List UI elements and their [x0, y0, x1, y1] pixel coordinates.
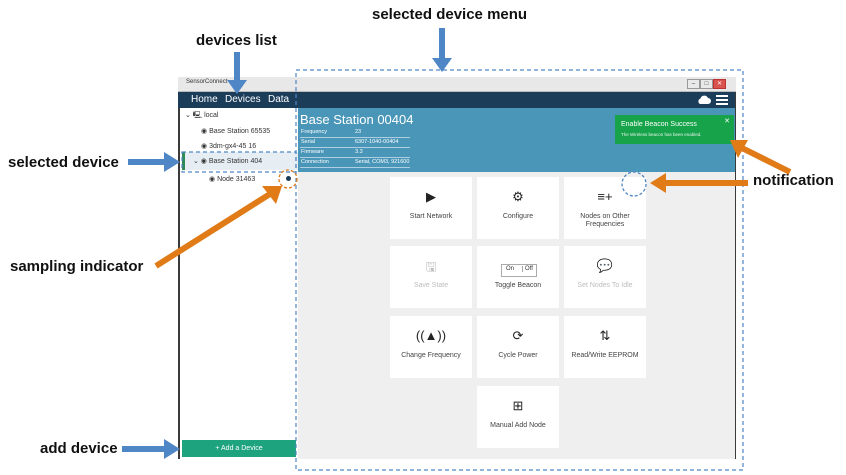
window-title: SensorConnect — [186, 79, 228, 85]
info-value: 3.3 — [355, 149, 363, 155]
toggle-on[interactable]: On — [506, 266, 514, 272]
info-key: Frequency — [301, 129, 327, 135]
card-label: Configure — [502, 213, 534, 220]
card-label: Set Nodes To Idle — [577, 282, 633, 289]
save-state-button[interactable]: 🖫 Save State — [390, 246, 472, 308]
toggle-off[interactable]: Off — [522, 266, 533, 272]
toggle-beacon-button[interactable]: On Off Toggle Beacon — [477, 246, 559, 308]
save-icon: 🖫 — [425, 259, 437, 274]
arrow-toast — [740, 145, 792, 175]
card-label: Read/Write EEPROM — [571, 352, 639, 359]
info-value: Serial, COM3, 921600 — [355, 159, 410, 165]
read-write-eeprom-button[interactable]: ⇅ Read/Write EEPROM — [564, 316, 646, 378]
card-label: Nodes on Other Frequencies — [580, 213, 630, 228]
callout-selected-device-menu: selected device menu — [372, 6, 528, 23]
info-key: Firmware — [301, 149, 324, 155]
tree-root[interactable]: ⌄ 🖳 local — [185, 111, 219, 122]
refresh-icon: ⟳ — [512, 328, 524, 343]
device-name: Base Station 00404 — [300, 112, 414, 127]
selected-row-indicator — [182, 152, 185, 170]
menu-icon[interactable] — [716, 95, 728, 105]
tree-item-label: Node 31463 — [217, 176, 256, 183]
nodes-other-frequencies-button[interactable]: ≡+ Nodes on Other Frequencies — [564, 177, 646, 239]
nav-devices[interactable]: Devices — [225, 94, 261, 105]
tree-item-selected[interactable]: ⌄ ◉ Base Station 404 — [193, 157, 262, 165]
card-label: Change Frequency — [401, 352, 461, 359]
toast-title: Enable Beacon Success — [621, 121, 697, 128]
card-label: Save State — [413, 282, 449, 289]
cycle-power-button[interactable]: ⟳ Cycle Power — [477, 316, 559, 378]
callout-add-device: add device — [40, 440, 118, 457]
updown-arrows-icon: ⇅ — [599, 328, 611, 343]
tree-item[interactable]: ◉ Base Station 65535 — [201, 127, 270, 135]
nav-home[interactable]: Home — [191, 94, 218, 105]
callout-notification: notification — [753, 172, 834, 189]
set-nodes-idle-button[interactable]: 💬 Set Nodes To Idle — [564, 246, 646, 308]
callout-selected-device: selected device — [8, 154, 119, 171]
minimize-icon[interactable]: – — [687, 79, 700, 89]
nav-data[interactable]: Data — [268, 94, 289, 105]
chat-icon: 💬 — [596, 258, 614, 273]
info-row: Firmware 3.3 — [300, 148, 410, 158]
tree-item[interactable]: ◉ 3dm-gx4-45 16 — [201, 142, 256, 150]
close-icon[interactable]: ✕ — [724, 117, 730, 125]
callout-sampling-indicator: sampling indicator — [10, 258, 144, 275]
callout-devices-list: devices list — [196, 32, 277, 49]
info-key: Serial — [301, 139, 316, 145]
start-network-button[interactable]: ▶ Start Network — [390, 177, 472, 239]
change-frequency-button[interactable]: ((▲)) Change Frequency — [390, 316, 472, 378]
info-value: 6307-1040-00404 — [355, 139, 399, 145]
tree-item-label: Base Station 404 — [208, 158, 263, 165]
tree-item-label: 3dm-gx4-45 16 — [209, 143, 257, 150]
card-label: Cycle Power — [498, 352, 538, 359]
plus-square-icon: ⊞ — [512, 398, 524, 413]
info-row: Connection Serial, COM3, 921600 — [300, 158, 410, 168]
title-bar: SensorConnect – □ ✕ — [178, 77, 736, 92]
toast-message: The Wireless beacon has been enabled. — [621, 132, 702, 137]
play-icon: ▶ — [426, 189, 436, 204]
configure-button[interactable]: ⚙ Configure — [477, 177, 559, 239]
close-icon[interactable]: ✕ — [713, 79, 726, 89]
info-row: Frequency 23 — [300, 128, 410, 138]
gear-icon: ⚙ — [512, 189, 524, 204]
tree-item-label: Base Station 65535 — [209, 128, 271, 135]
add-device-button[interactable]: + Add a Device — [182, 440, 296, 457]
sampling-indicator-dot — [286, 176, 291, 181]
tree-root-label: local — [204, 112, 219, 119]
main-nav: Home Devices Data — [178, 92, 298, 108]
card-label: Start Network — [409, 213, 453, 220]
beacon-toggle[interactable]: On Off — [501, 264, 537, 277]
top-bar — [298, 92, 735, 108]
info-key: Connection — [301, 159, 329, 165]
toast-notification: Enable Beacon Success The Wireless beaco… — [615, 115, 734, 144]
info-row: Serial 6307-1040-00404 — [300, 138, 410, 148]
list-plus-icon: ≡+ — [597, 189, 613, 204]
manual-add-node-button[interactable]: ⊞ Manual Add Node — [477, 386, 559, 448]
maximize-icon[interactable]: □ — [700, 79, 713, 89]
card-label: Toggle Beacon — [494, 282, 542, 289]
tree-item[interactable]: ◉ Node 31463 — [209, 175, 255, 183]
card-label: Manual Add Node — [490, 422, 546, 429]
info-value: 23 — [355, 129, 362, 135]
antenna-icon: ((▲)) — [415, 328, 447, 343]
cloud-icon[interactable] — [696, 95, 711, 105]
